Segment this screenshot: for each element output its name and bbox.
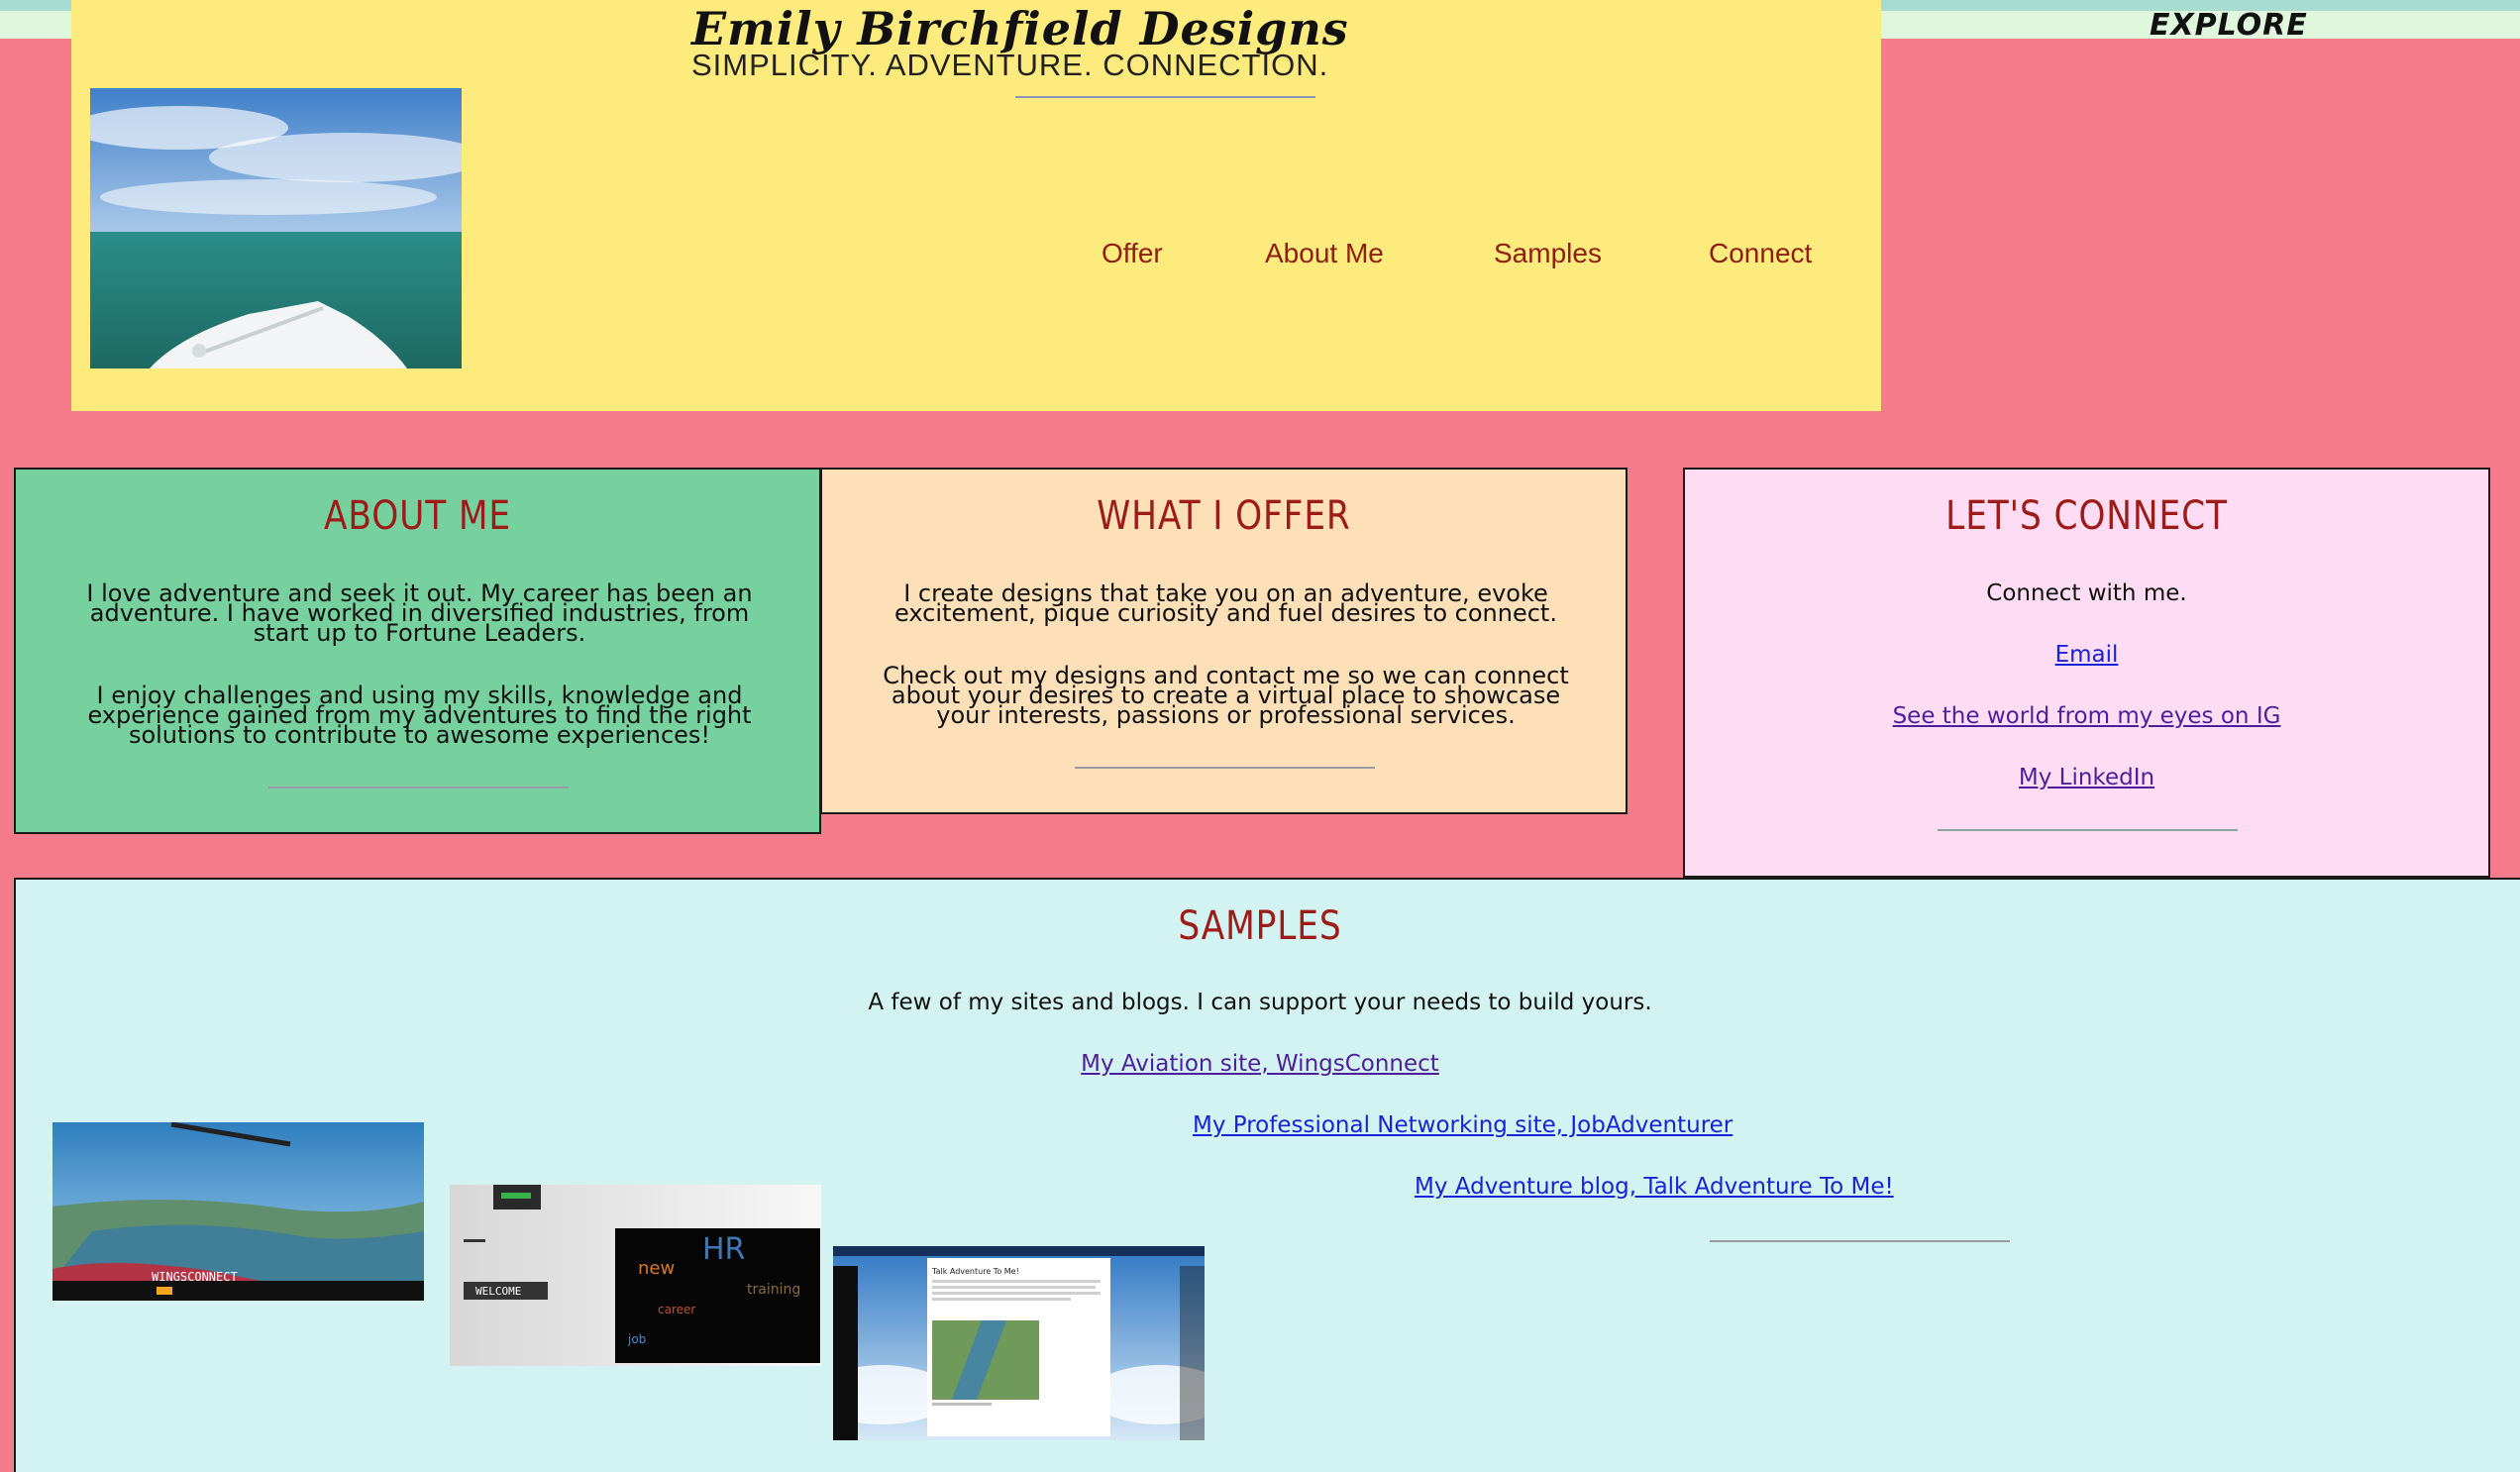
nav-connect[interactable]: Connect: [1709, 238, 1812, 269]
linkedin-link[interactable]: My LinkedIn: [1685, 765, 2488, 790]
svg-text:training: training: [747, 1282, 800, 1298]
wingsconnect-thumb-label: WINGSCONNECT: [152, 1270, 238, 1284]
site-header: Emily Birchfield Designs SIMPLICITY. ADV…: [71, 0, 1881, 411]
header-boat-photo: [90, 88, 462, 368]
offer-title: WHAT I OFFER: [1097, 493, 1351, 539]
nav-offer[interactable]: Offer: [1102, 238, 1163, 269]
about-paragraph-2: I enjoy challenges and using my skills, …: [87, 682, 752, 749]
samples-title: SAMPLES: [1178, 903, 1342, 949]
nav-samples[interactable]: Samples: [1494, 238, 1602, 269]
samples-intro: A few of my sites and blogs. I can suppo…: [868, 990, 1652, 1015]
jobadventurer-thumb-label: WELCOME: [475, 1285, 521, 1298]
wingsconnect-thumbnail[interactable]: WINGSCONNECT: [52, 1122, 424, 1301]
offer-panel: WHAT I OFFER I create designs that take …: [820, 468, 1628, 814]
svg-text:job: job: [627, 1332, 646, 1346]
svg-text:HR: HR: [702, 1232, 745, 1267]
offer-paragraph-2: Check out my designs and contact me so w…: [883, 662, 1569, 729]
connect-panel: LET'S CONNECT Connect with me. Email See…: [1683, 468, 2490, 878]
explore-menu[interactable]: EXPLORE: [2150, 8, 2308, 43]
header-divider: [1015, 96, 1315, 98]
offer-divider: [1075, 767, 1375, 769]
adventure-blog-thumbnail[interactable]: Talk Adventure To Me!: [833, 1246, 1205, 1440]
about-title: ABOUT ME: [323, 493, 512, 539]
jobadventurer-thumbnail[interactable]: WELCOME new HR training career job: [450, 1185, 821, 1366]
aviation-site-link[interactable]: My Aviation site, WingsConnect: [2, 1051, 2518, 1077]
offer-paragraph-1: I create designs that take you on an adv…: [894, 579, 1557, 627]
connect-title: LET'S CONNECT: [1945, 493, 2228, 539]
instagram-link[interactable]: See the world from my eyes on IG: [1685, 703, 2488, 729]
samples-panel: SAMPLES A few of my sites and blogs. I c…: [14, 878, 2520, 1472]
networking-site-link[interactable]: My Professional Networking site, JobAdve…: [1193, 1112, 1732, 1138]
svg-text:career: career: [658, 1303, 695, 1316]
about-panel: ABOUT ME I love adventure and seek it ou…: [14, 468, 821, 834]
adventure-blog-link[interactable]: My Adventure blog, Talk Adventure To Me!: [1415, 1174, 1894, 1200]
about-paragraph-1: I love adventure and seek it out. My car…: [86, 579, 753, 647]
connect-intro: Connect with me.: [1986, 580, 2187, 606]
about-divider: [268, 787, 569, 789]
email-link[interactable]: Email: [1685, 642, 2488, 668]
site-tagline: SIMPLICITY. ADVENTURE. CONNECTION.: [691, 48, 1329, 82]
connect-divider: [1938, 829, 2238, 831]
svg-text:new: new: [638, 1258, 675, 1279]
samples-divider: [1710, 1240, 2010, 1242]
nav-about-me[interactable]: About Me: [1265, 238, 1384, 269]
blog-thumb-title: Talk Adventure To Me!: [931, 1267, 1019, 1276]
